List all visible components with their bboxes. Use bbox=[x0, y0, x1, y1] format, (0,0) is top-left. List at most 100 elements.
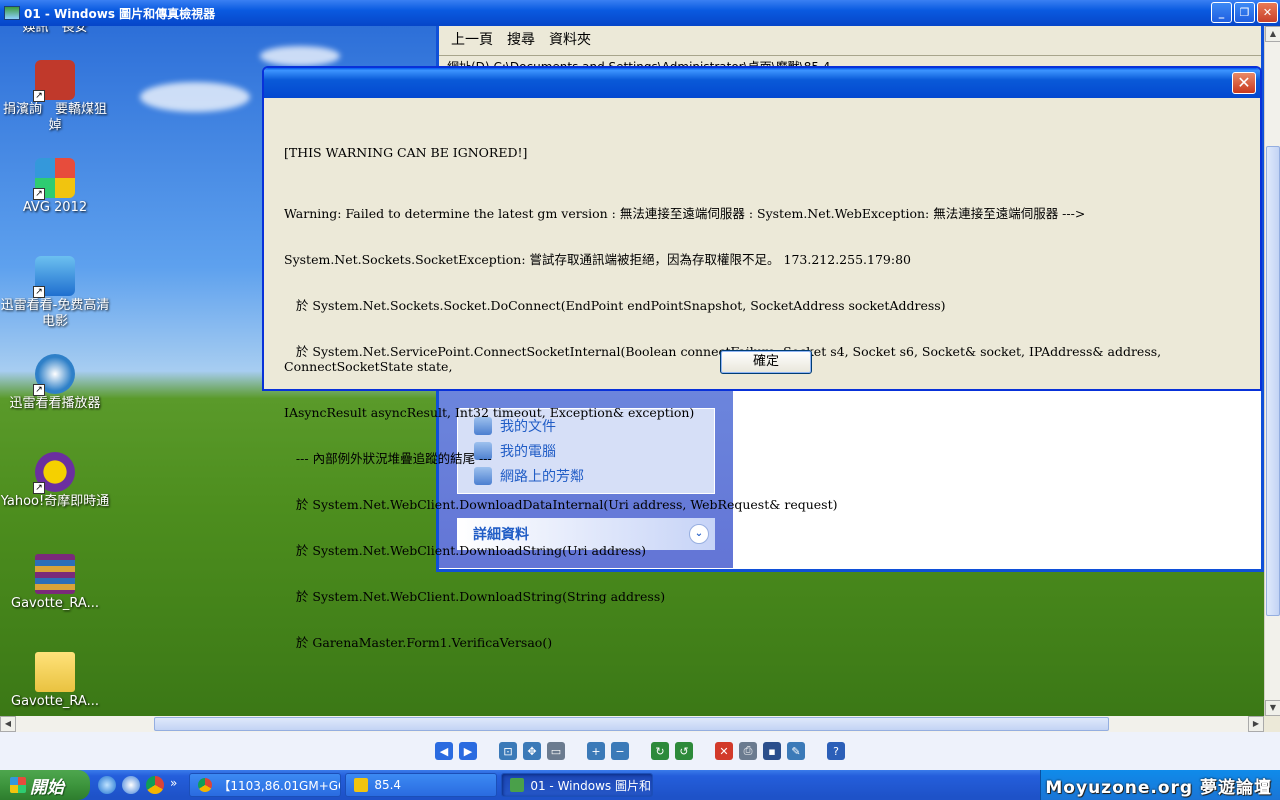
desktop-icon-label: AVG 2012 bbox=[22, 200, 88, 215]
message-line: Warning: Failed to determine the latest … bbox=[284, 206, 1086, 222]
ok-button: 確定 bbox=[720, 350, 812, 374]
image-viewport: 娛訊 長安 ↗ 捐濱詢 要轎煤狙婥 ↗ AVG 2012 ↗ 迅雷看看-免费高清… bbox=[0, 26, 1264, 716]
vertical-scrollbar[interactable]: ▲ ▼ bbox=[1264, 26, 1280, 716]
shortcut-arrow-icon: ↗ bbox=[33, 384, 45, 396]
actual-size-button[interactable]: ✥ bbox=[523, 742, 541, 760]
zoom-out-button[interactable]: − bbox=[611, 742, 629, 760]
desktop-icon: ↗ 迅雷看看播放器 bbox=[0, 354, 110, 412]
desktop-icon: ↗ 迅雷看看-免费高清电影 bbox=[0, 256, 110, 330]
print-button[interactable]: ⎙ bbox=[739, 742, 757, 760]
rotate-counterclockwise-button[interactable]: ↺ bbox=[675, 742, 693, 760]
message-line: 於 System.Net.Sockets.Socket.DoConnect(En… bbox=[284, 298, 946, 314]
task-chrome[interactable]: 【1103,86.01GM+GG... bbox=[189, 773, 342, 797]
desktop-icon-label: 迅雷看看播放器 bbox=[9, 396, 101, 411]
task-picture-viewer[interactable]: 01 - Windows 圖片和... bbox=[501, 773, 654, 797]
message-line: 於 System.Net.WebClient.DownloadString(St… bbox=[284, 588, 666, 604]
minimize-button[interactable]: _ bbox=[1211, 2, 1232, 23]
horizontal-scrollbar[interactable]: ◀ ▶ bbox=[0, 716, 1264, 732]
cloud bbox=[140, 82, 250, 112]
delete-button[interactable]: ✕ bbox=[715, 742, 733, 760]
vertical-scroll-thumb[interactable] bbox=[1266, 146, 1280, 616]
desktop-icon-label: 迅雷看看-免费高清电影 bbox=[0, 298, 110, 329]
task-label: 【1103,86.01GM+GG... bbox=[218, 778, 340, 793]
dialog-close-button: ✕ bbox=[1232, 72, 1256, 94]
folder-icon bbox=[354, 778, 369, 792]
desktop-icon-label: Gavotte_RA... bbox=[11, 694, 99, 709]
scroll-left-button[interactable]: ◀ bbox=[0, 716, 16, 732]
scroll-up-button[interactable]: ▲ bbox=[1265, 26, 1280, 42]
message-line: System.Net.Sockets.SocketException: 嘗試存取… bbox=[284, 252, 911, 268]
maximize-button[interactable]: ❐ bbox=[1234, 2, 1255, 23]
desktop-icon-label: 娛訊 長安 bbox=[22, 26, 88, 35]
back-button: 上一頁 bbox=[451, 31, 493, 48]
internet-explorer-icon[interactable] bbox=[98, 776, 116, 794]
desktop-icon: ↗ AVG 2012 bbox=[0, 158, 110, 216]
message-line: 於 GarenaMaster.Form1.VerificaVersao() bbox=[284, 634, 553, 650]
message-line: --- 內部例外狀況堆疊追蹤的結尾 --- bbox=[284, 451, 492, 467]
task-folder[interactable]: 85.4 bbox=[345, 773, 498, 797]
message-line: 於 System.Net.WebClient.DownloadDataInter… bbox=[284, 497, 838, 513]
window-title: 01 - Windows 圖片和傳真檢視器 bbox=[24, 6, 216, 21]
close-button[interactable]: ✕ bbox=[1257, 2, 1278, 23]
hd-app-icon: ↗ bbox=[33, 60, 75, 102]
shortcut-arrow-icon: ↗ bbox=[33, 482, 45, 494]
desktop-icon: 娛訊 長安 bbox=[0, 26, 110, 36]
window-controls: _ ❐ ✕ bbox=[1211, 2, 1278, 23]
xunlei-kankan-icon: ↗ bbox=[33, 256, 75, 298]
taskbar: 開始 » 【1103,86.01GM+GG... 85.4 01 - Windo… bbox=[0, 770, 1280, 800]
cloud bbox=[260, 46, 340, 66]
desktop-icon: Gavotte_RA... bbox=[0, 554, 110, 612]
dialog-message: [THIS WARNING CAN BE IGNORED!] Warning: … bbox=[284, 114, 1254, 681]
message-line: IAsyncResult asyncResult, Int32 timeout,… bbox=[284, 405, 695, 421]
yahoo-messenger-icon: ↗ bbox=[33, 452, 75, 494]
xunlei-player-icon: ↗ bbox=[33, 354, 75, 396]
desktop-icon: ↗ 捐濱詢 要轎煤狙婥 bbox=[0, 60, 110, 134]
show-desktop-icon[interactable] bbox=[122, 776, 140, 794]
winrar-archive-icon bbox=[35, 554, 75, 594]
desktop-icon-label: Yahoo!奇摩即時通 bbox=[0, 494, 110, 509]
save-button[interactable]: ▪ bbox=[763, 742, 781, 760]
horizontal-scroll-thumb[interactable] bbox=[154, 717, 1109, 731]
viewer-toolbar: ◀ ▶ ⊡ ✥ ▭ + − ↻ ↺ ✕ ⎙ ▪ ✎ ? bbox=[0, 732, 1280, 770]
site-watermark: Moyuzone.org 夢遊論壇 bbox=[1045, 777, 1272, 798]
start-label: 開始 bbox=[30, 777, 64, 798]
scroll-down-button[interactable]: ▼ bbox=[1265, 700, 1280, 716]
desktop-icon-label: 捐濱詢 要轎煤狙婥 bbox=[2, 102, 107, 133]
task-label: 01 - Windows 圖片和... bbox=[530, 778, 654, 793]
slideshow-button[interactable]: ▭ bbox=[547, 742, 565, 760]
explorer-toolbar: 上一頁 搜尋 資料夾 bbox=[439, 26, 1261, 56]
task-label: 85.4 bbox=[374, 778, 402, 792]
scroll-right-button[interactable]: ▶ bbox=[1248, 716, 1264, 732]
edit-button[interactable]: ✎ bbox=[787, 742, 805, 760]
system-tray: Moyuzone.org 夢遊論壇 bbox=[1040, 770, 1280, 800]
shortcut-arrow-icon: ↗ bbox=[33, 188, 45, 200]
previous-image-button[interactable]: ◀ bbox=[435, 742, 453, 760]
chrome-icon bbox=[198, 778, 213, 792]
best-fit-button[interactable]: ⊡ bbox=[499, 742, 517, 760]
desktop-icon-label: Gavotte_RA... bbox=[11, 596, 99, 611]
warning-dialog: ✕ [THIS WARNING CAN BE IGNORED!] Warning… bbox=[262, 66, 1262, 650]
desktop-icon: ↗ Yahoo!奇摩即時通 bbox=[0, 452, 110, 510]
start-button[interactable]: 開始 bbox=[0, 770, 90, 800]
shortcut-arrow-icon: ↗ bbox=[33, 90, 45, 102]
picture-viewer-icon bbox=[4, 6, 20, 20]
zoom-in-button[interactable]: + bbox=[587, 742, 605, 760]
search-button: 搜尋 bbox=[507, 31, 535, 48]
folders-button: 資料夾 bbox=[549, 31, 591, 48]
warning-heading: [THIS WARNING CAN BE IGNORED!] bbox=[284, 144, 528, 160]
rotate-clockwise-button[interactable]: ↻ bbox=[651, 742, 669, 760]
message-line: 於 System.Net.WebClient.DownloadString(Ur… bbox=[284, 543, 647, 559]
help-button[interactable]: ? bbox=[827, 742, 845, 760]
quick-launch: » bbox=[90, 776, 185, 794]
dialog-titlebar: ✕ bbox=[264, 68, 1260, 98]
chrome-icon[interactable] bbox=[146, 776, 164, 794]
desktop-icon: Gavotte_RA... bbox=[0, 652, 110, 710]
folder-icon bbox=[35, 652, 75, 692]
viewer-titlebar[interactable]: 01 - Windows 圖片和傳真檢視器 _ ❐ ✕ bbox=[0, 0, 1280, 26]
shortcut-arrow-icon: ↗ bbox=[33, 286, 45, 298]
next-image-button[interactable]: ▶ bbox=[459, 742, 477, 760]
avg-icon: ↗ bbox=[33, 158, 75, 200]
quick-launch-more-icon[interactable]: » bbox=[170, 776, 177, 794]
picture-viewer-icon bbox=[510, 778, 525, 792]
windows-flag-icon bbox=[10, 777, 26, 793]
